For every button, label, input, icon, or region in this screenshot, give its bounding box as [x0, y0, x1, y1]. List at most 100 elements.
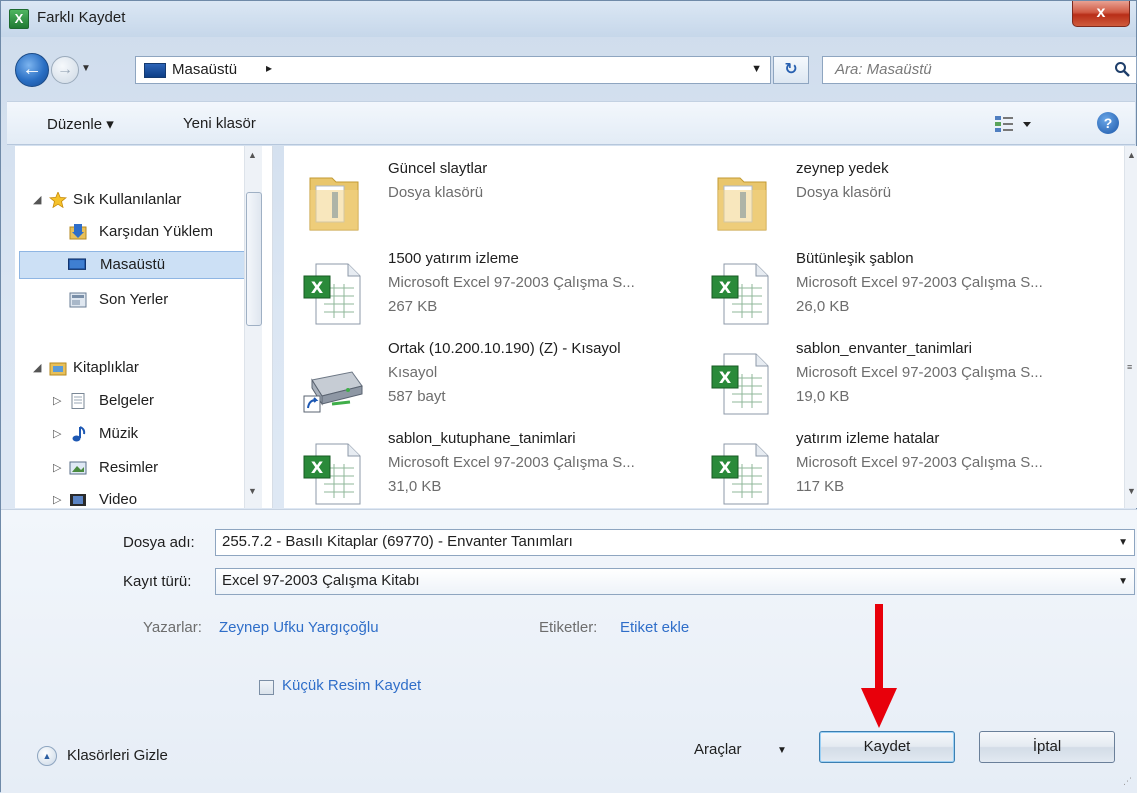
chevron-down-icon[interactable]: ▼ [777, 745, 787, 756]
tags-label: Etiketler: [539, 619, 598, 636]
filename-label: Dosya adı: [123, 534, 195, 551]
collapse-icon[interactable]: ◢ [33, 354, 41, 382]
libraries-icon [49, 362, 67, 376]
nav-item-music[interactable]: ▷ Müzik [15, 420, 245, 448]
hide-folders-button[interactable]: Klasörleri Gizle [67, 747, 168, 764]
nav-item-documents[interactable]: ▷ Belgeler [15, 387, 245, 415]
svg-text:X: X [719, 278, 732, 297]
search-icon[interactable] [1114, 61, 1130, 77]
organize-menu[interactable]: Düzenle ▾ [47, 115, 114, 133]
expand-icon[interactable]: ▷ [53, 387, 61, 415]
documents-icon [71, 393, 85, 409]
nav-item-pictures[interactable]: ▷ Resimler [15, 454, 245, 482]
tools-menu[interactable]: Araçlar [694, 741, 742, 758]
resize-grip-icon[interactable]: ⋰ [1123, 776, 1132, 787]
nav-label: Son Yerler [99, 291, 169, 308]
excel-file-icon: X [711, 353, 769, 415]
nav-item-downloads[interactable]: Karşıdan Yüklem [15, 218, 245, 246]
file-type: Microsoft Excel 97-2003 Çalışma S... [388, 274, 635, 291]
cancel-button[interactable]: İptal [979, 731, 1115, 763]
nav-item-video[interactable]: ▷ Video [15, 486, 245, 508]
file-size: 267 KB [388, 298, 438, 315]
nav-label: Müzik [99, 425, 139, 442]
forward-button[interactable]: → [51, 56, 79, 84]
scroll-down-arrow-icon[interactable]: ▼ [1127, 486, 1136, 496]
file-item[interactable]: Ortak (10.200.10.190) (Z) - Kısayol Kısa… [284, 340, 684, 422]
file-item[interactable]: X yatırım izleme hatalar Microsoft Excel… [692, 430, 1092, 508]
change-view-icon[interactable] [993, 113, 1033, 135]
file-name: Güncel slaytlar [388, 160, 488, 177]
video-icon [70, 494, 86, 506]
chevron-down-icon[interactable]: ▼ [1118, 576, 1128, 587]
close-button[interactable]: x [1072, 1, 1130, 27]
filetype-value[interactable]: Excel 97-2003 Çalışma Kitabı [222, 572, 420, 589]
file-item[interactable]: Güncel slaytlar Dosya klasörü [284, 160, 684, 242]
file-name: Bütünleşik şablon [796, 250, 914, 267]
file-type: Microsoft Excel 97-2003 Çalışma S... [796, 274, 1043, 291]
file-size: 19,0 KB [796, 388, 850, 405]
authors-value[interactable]: Zeynep Ufku Yargıçoğlu [219, 619, 379, 636]
scroll-up-arrow-icon[interactable]: ▲ [248, 150, 257, 160]
nav-item-recent-places[interactable]: Son Yerler [15, 286, 245, 314]
file-type: Dosya klasörü [796, 184, 892, 201]
file-name: sablon_kutuphane_tanimlari [388, 430, 576, 447]
file-name: sablon_envanter_tanimlari [796, 340, 972, 357]
breadcrumb-chevron-icon[interactable]: ▸ [266, 61, 272, 75]
nav-pane-scrollbar[interactable]: ▲ ▼ [244, 146, 262, 508]
chevron-down-icon[interactable]: ▼ [1118, 537, 1128, 548]
navigation-pane: ◢ Sık Kullanılanlar Karşıdan Yüklem Masa… [15, 146, 273, 508]
file-item[interactable]: X sablon_envanter_tanimlari Microsoft Ex… [692, 340, 1092, 422]
svg-text:X: X [311, 458, 324, 477]
new-folder-button[interactable]: Yeni klasör [183, 115, 256, 132]
file-name: Ortak (10.200.10.190) (Z) - Kısayol [388, 340, 621, 357]
nav-item-desktop[interactable]: Masaüstü [19, 251, 247, 279]
nav-label: Karşıdan Yüklem [99, 223, 213, 240]
filetype-select[interactable]: Excel 97-2003 Çalışma Kitabı ▼ [215, 568, 1135, 595]
file-list-scrollbar[interactable]: ▲ ≡ ▼ [1124, 146, 1137, 508]
file-type: Microsoft Excel 97-2003 Çalışma S... [388, 454, 635, 471]
address-location[interactable]: Masaüstü [172, 61, 237, 78]
excel-file-icon: X [711, 263, 769, 325]
nav-item-libraries[interactable]: ◢ Kitaplıklar [15, 354, 245, 382]
recent-pages-dropdown[interactable]: ▼ [81, 63, 91, 74]
downloads-folder-icon [69, 224, 87, 240]
scroll-thumb[interactable] [246, 192, 262, 326]
excel-file-icon: X [303, 263, 361, 325]
file-type: Dosya klasörü [388, 184, 484, 201]
file-type: Microsoft Excel 97-2003 Çalışma S... [796, 454, 1043, 471]
nav-item-favorites[interactable]: ◢ Sık Kullanılanlar [15, 186, 245, 214]
search-input[interactable]: Ara: Masaüstü [835, 61, 932, 78]
desktop-icon [144, 63, 166, 78]
nav-label: Masaüstü [100, 256, 166, 273]
filename-value[interactable]: 255.7.2 - Basılı Kitaplar (69770) - Enva… [222, 533, 573, 550]
music-icon [72, 426, 86, 442]
expand-icon[interactable]: ▷ [53, 420, 61, 448]
scroll-down-arrow-icon[interactable]: ▼ [248, 486, 257, 496]
hide-folders-icon[interactable]: ▲ [37, 746, 57, 766]
back-button[interactable]: ← [15, 53, 49, 87]
scroll-up-arrow-icon[interactable]: ▲ [1127, 150, 1136, 160]
address-bar[interactable]: Masaüstü ▸ ▼ [135, 56, 771, 84]
file-item[interactable]: X 1500 yatırım izleme Microsoft Excel 97… [284, 250, 684, 332]
save-thumbnail-label[interactable]: Küçük Resim Kaydet [282, 677, 421, 694]
expand-icon[interactable]: ▷ [53, 454, 61, 482]
collapse-icon[interactable]: ◢ [33, 186, 41, 214]
file-item[interactable]: X sablon_kutuphane_tanimlari Microsoft E… [284, 430, 684, 508]
filename-input[interactable]: 255.7.2 - Basılı Kitaplar (69770) - Enva… [215, 529, 1135, 556]
address-history-dropdown[interactable]: ▼ [751, 63, 762, 75]
excel-icon: X [9, 9, 29, 29]
expand-icon[interactable]: ▷ [53, 486, 61, 508]
file-item[interactable]: zeynep yedek Dosya klasörü [692, 160, 1092, 242]
file-item[interactable]: X Bütünleşik şablon Microsoft Excel 97-2… [692, 250, 1092, 332]
search-box[interactable]: Ara: Masaüstü [822, 56, 1137, 84]
network-drive-shortcut-icon [303, 371, 363, 413]
refresh-button[interactable]: ↻ [773, 56, 809, 84]
help-icon[interactable]: ? [1097, 112, 1119, 134]
file-type: Microsoft Excel 97-2003 Çalışma S... [796, 364, 1043, 381]
save-button[interactable]: Kaydet [819, 731, 955, 763]
file-size: 587 bayt [388, 388, 446, 405]
tags-value[interactable]: Etiket ekle [620, 619, 689, 636]
save-thumbnail-checkbox[interactable] [259, 680, 274, 695]
scroll-thumb-grip-icon[interactable]: ≡ [1127, 362, 1132, 372]
title-bar: X Farklı Kaydet x [1, 1, 1136, 37]
